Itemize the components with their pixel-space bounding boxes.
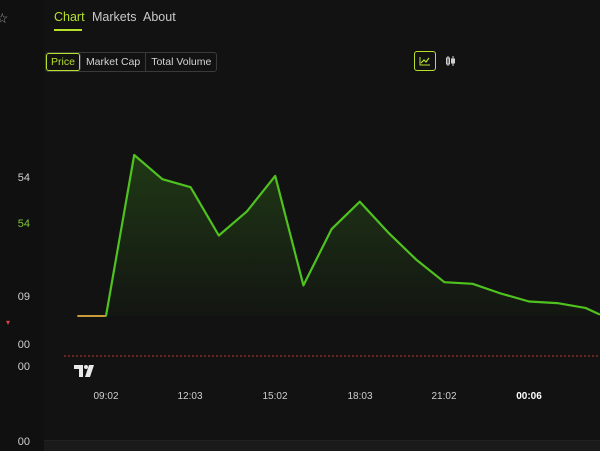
bottom-panel-edge [44,440,600,451]
price-point [528,300,530,303]
price-chart[interactable] [0,0,600,450]
price-point [161,178,164,180]
price-point [189,186,192,188]
price-point [584,307,587,309]
x-tick-label: 15:02 [262,391,288,402]
price-point [471,283,474,285]
price-point [218,234,220,237]
price-point [443,281,446,283]
price-area-fill [77,155,600,316]
x-tick-label: 18:03 [347,391,373,402]
price-point [330,228,333,230]
price-point [246,210,248,213]
x-tick-label: 21:02 [431,391,457,402]
price-point [359,200,361,203]
x-tick-label: 09:02 [93,391,119,402]
price-point [387,231,389,234]
x-tick-label: 00:06 [516,391,542,402]
price-point [274,175,277,177]
price-point [105,315,107,317]
price-point [500,292,502,295]
price-point [556,302,558,304]
price-point [77,315,79,317]
price-point [302,284,305,287]
x-tick-label: 12:03 [177,391,203,402]
price-point [415,258,418,261]
tradingview-logo-icon [74,365,94,377]
price-point [133,154,135,156]
